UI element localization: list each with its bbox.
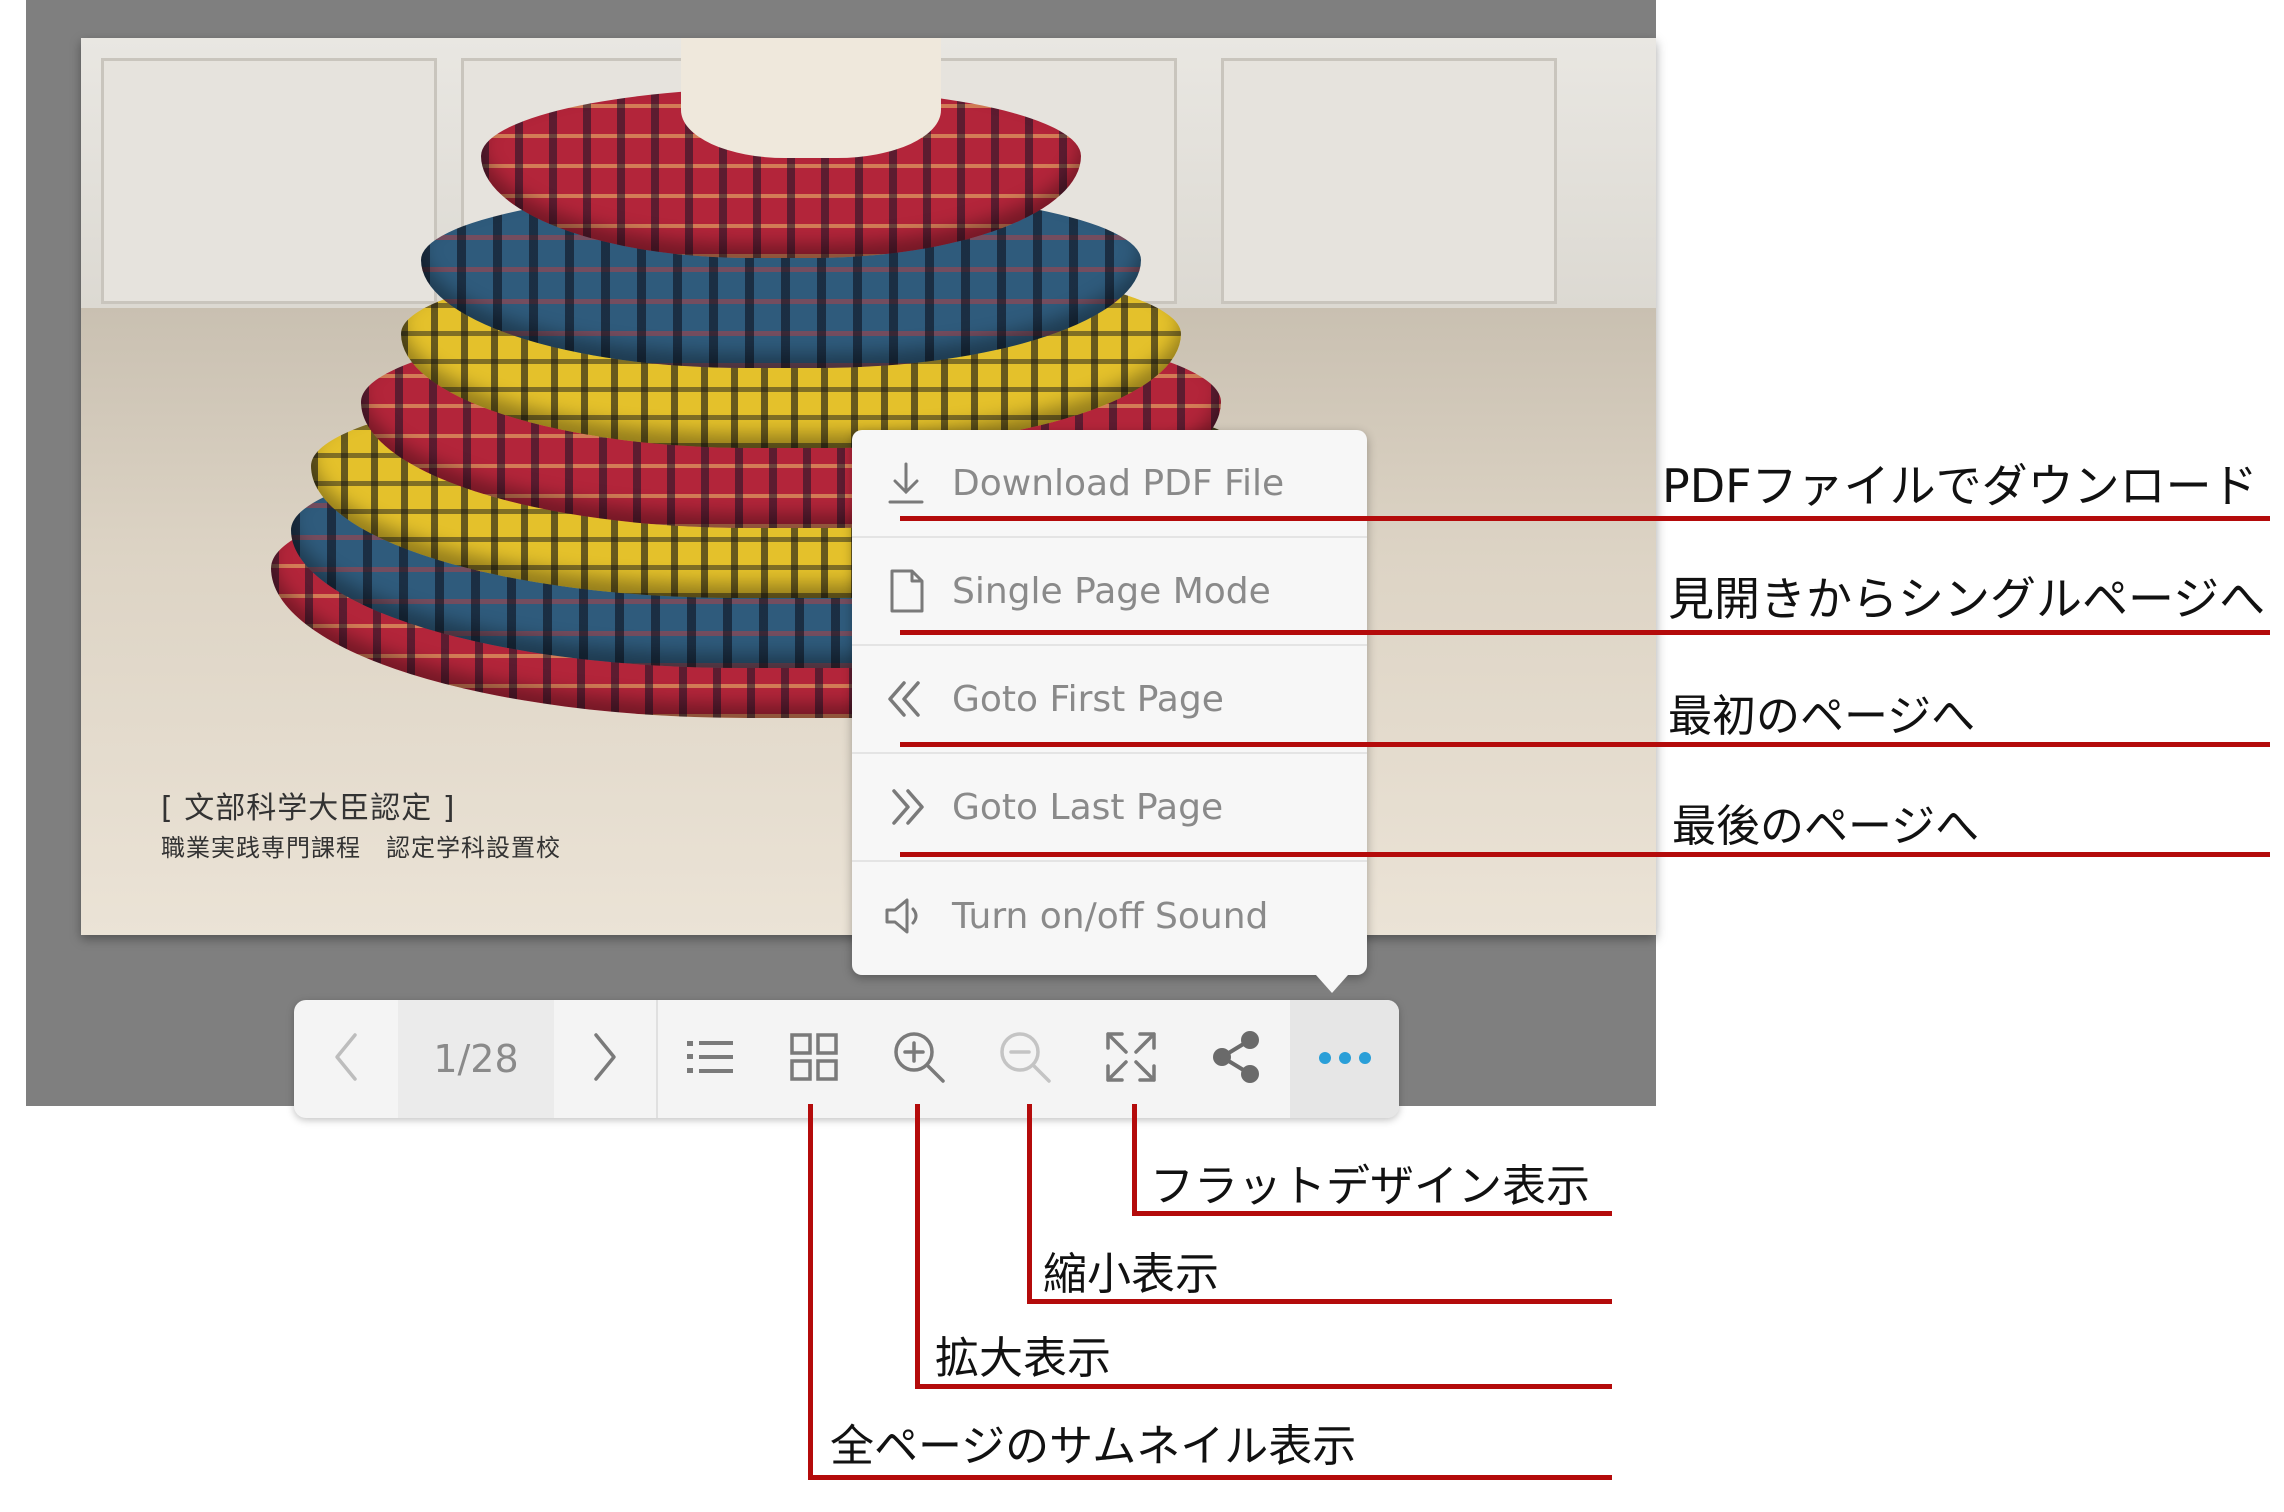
annotation-last-page: 最後のページへ xyxy=(1672,801,1980,852)
double-chevron-left-icon xyxy=(882,675,930,723)
annotation-line xyxy=(900,516,2270,521)
menu-item-label: Turn on/off Sound xyxy=(952,895,1269,937)
annotation-zoom-in: 拡大表示 xyxy=(935,1333,1111,1384)
thumbnails-button[interactable] xyxy=(762,1000,866,1118)
more-icon xyxy=(1317,1050,1373,1069)
menu-item-label: Single Page Mode xyxy=(952,570,1271,612)
menu-item-label: Goto First Page xyxy=(952,678,1224,720)
flipbook-viewer: [ 文部科学大臣認定 ] 職業実践専門課程 認定学科設置校 xyxy=(26,0,1656,1106)
more-menu: Download PDF File Single Page Mode Goto … xyxy=(852,430,1367,975)
caption-line-1: [ 文部科学大臣認定 ] xyxy=(161,791,456,826)
chevron-left-icon xyxy=(331,1031,361,1087)
annotation-download: PDFファイルでダウンロード xyxy=(1662,459,2258,513)
zoom-out-icon xyxy=(997,1029,1053,1089)
annotation-line xyxy=(900,852,2270,857)
annotation-thumbnails: 全ページのサムネイル表示 xyxy=(830,1421,1357,1472)
annotation-zoom-out: 縮小表示 xyxy=(1043,1249,1219,1300)
more-button[interactable] xyxy=(1290,1000,1399,1118)
annotation-line xyxy=(808,1104,813,1480)
viewer-toolbar: 1/28 xyxy=(294,1000,1399,1118)
zoom-out-button[interactable] xyxy=(972,1000,1078,1118)
blouse xyxy=(681,38,941,158)
table-of-contents-button[interactable] xyxy=(658,1000,762,1118)
speaker-icon xyxy=(882,892,930,940)
menu-item-first-page[interactable]: Goto First Page xyxy=(852,646,1367,754)
menu-item-download-pdf[interactable]: Download PDF File xyxy=(852,430,1367,538)
annotation-line xyxy=(915,1104,920,1389)
annotation-line xyxy=(900,742,2270,747)
double-chevron-right-icon xyxy=(882,783,930,831)
annotation-flat-design: フラットデザイン表示 xyxy=(1150,1161,1590,1212)
annotation-line xyxy=(900,630,2270,635)
prev-page-button[interactable] xyxy=(294,1000,398,1118)
fullscreen-icon xyxy=(1104,1030,1158,1088)
grid-icon xyxy=(789,1032,839,1086)
share-icon xyxy=(1210,1030,1264,1088)
page-icon xyxy=(882,567,930,615)
annotation-line xyxy=(1132,1104,1137,1216)
annotation-single-page: 見開きからシングルページへ xyxy=(1668,572,2266,626)
zoom-in-icon xyxy=(891,1029,947,1089)
next-page-button[interactable] xyxy=(554,1000,656,1118)
menu-item-last-page[interactable]: Goto Last Page xyxy=(852,754,1367,862)
fullscreen-button[interactable] xyxy=(1078,1000,1184,1118)
menu-item-sound[interactable]: Turn on/off Sound xyxy=(852,862,1367,970)
menu-item-label: Download PDF File xyxy=(952,462,1285,504)
share-button[interactable] xyxy=(1184,1000,1290,1118)
annotation-first-page: 最初のページへ xyxy=(1668,691,1976,742)
annotation-line xyxy=(808,1475,1612,1480)
page-indicator[interactable]: 1/28 xyxy=(398,1000,554,1118)
list-icon xyxy=(685,1037,735,1081)
chevron-right-icon xyxy=(590,1031,620,1087)
download-icon xyxy=(882,459,930,507)
menu-item-label: Goto Last Page xyxy=(952,786,1224,828)
menu-pointer xyxy=(1316,975,1348,993)
zoom-in-button[interactable] xyxy=(866,1000,972,1118)
caption-line-2: 職業実践専門課程 認定学科設置校 xyxy=(161,834,561,862)
annotation-line xyxy=(1027,1104,1032,1304)
